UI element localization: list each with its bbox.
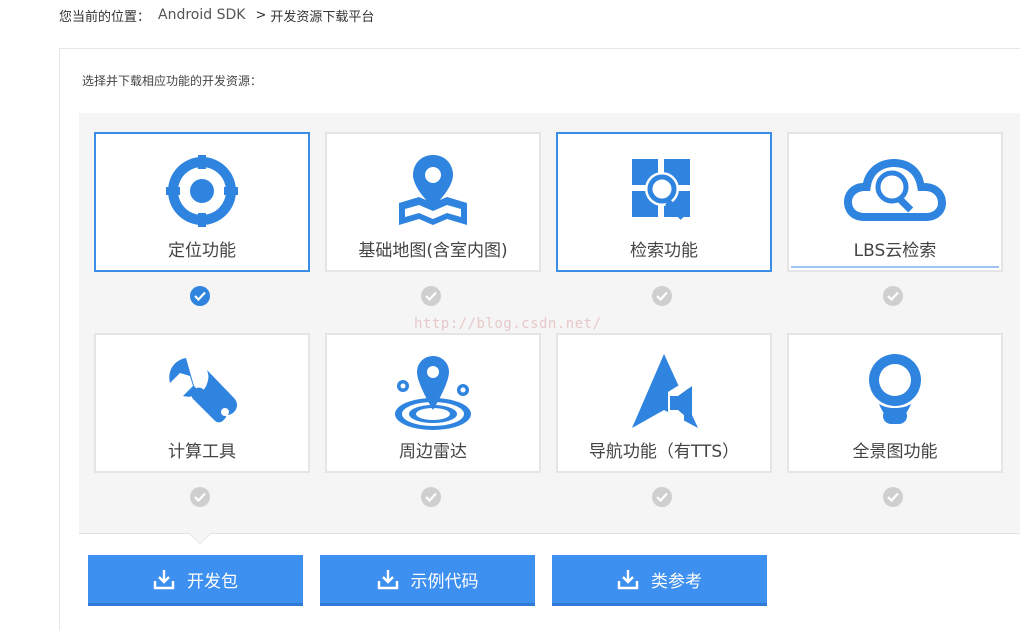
check-icon[interactable] xyxy=(883,487,903,507)
breadcrumb-separator: > xyxy=(255,7,267,23)
download-class-reference-button[interactable]: 类参考 xyxy=(552,555,767,606)
location-target-icon xyxy=(96,150,308,232)
instruction-text: 选择并下载相应功能的开发资源： xyxy=(82,74,263,88)
feature-card-lbs-cloud[interactable]: LBS云检索 xyxy=(787,132,1003,272)
card-underline xyxy=(791,266,999,268)
check-icon[interactable] xyxy=(652,487,672,507)
feature-card-base-map[interactable]: 基础地图(含室内图) xyxy=(325,132,541,272)
feature-label: 基础地图(含室内图) xyxy=(358,241,508,261)
feature-label: 定位功能 xyxy=(168,241,236,261)
map-pin-icon xyxy=(327,150,539,232)
check-icon[interactable] xyxy=(190,286,210,306)
check-icon[interactable] xyxy=(421,286,441,306)
feature-card-radar[interactable]: 周边雷达 xyxy=(325,333,541,473)
download-sample-code-button[interactable]: 示例代码 xyxy=(320,555,535,606)
feature-card-navigation[interactable]: 导航功能（有TTS） xyxy=(556,333,772,473)
feature-card-search[interactable]: 检索功能 xyxy=(556,132,772,272)
panorama-icon xyxy=(789,351,1001,433)
feature-label: 检索功能 xyxy=(630,241,698,261)
wrench-icon xyxy=(96,351,308,433)
cloud-search-icon xyxy=(789,150,1001,232)
search-grid-icon xyxy=(558,150,770,232)
download-icon xyxy=(617,570,639,590)
button-label: 示例代码 xyxy=(410,571,479,592)
check-icon[interactable] xyxy=(190,487,210,507)
feature-card-location[interactable]: 定位功能 xyxy=(94,132,310,272)
watermark: http://blog.csdn.net/ xyxy=(414,316,602,332)
breadcrumb-link-android-sdk[interactable]: Android SDK xyxy=(158,7,245,23)
feature-label: LBS云检索 xyxy=(853,241,937,261)
feature-label: 计算工具 xyxy=(168,442,236,462)
check-icon[interactable] xyxy=(652,286,672,306)
breadcrumb: 您当前的位置： Android SDK > 开发资源下载平台 xyxy=(59,5,374,25)
check-icon[interactable] xyxy=(421,487,441,507)
download-icon xyxy=(153,570,175,590)
navigation-icon xyxy=(558,351,770,433)
button-label: 开发包 xyxy=(187,571,238,592)
download-dev-package-button[interactable]: 开发包 xyxy=(88,555,303,606)
feature-card-calc-tools[interactable]: 计算工具 xyxy=(94,333,310,473)
radar-icon xyxy=(327,351,539,433)
breadcrumb-prefix: 您当前的位置： xyxy=(59,9,151,25)
download-icon xyxy=(377,570,398,590)
feature-label: 导航功能（有TTS） xyxy=(588,442,740,462)
feature-label: 周边雷达 xyxy=(399,442,467,462)
feature-card-panorama[interactable]: 全景图功能 xyxy=(787,333,1003,473)
breadcrumb-current: 开发资源下载平台 xyxy=(270,9,375,25)
check-icon[interactable] xyxy=(883,286,903,306)
button-label: 类参考 xyxy=(651,571,702,592)
feature-label: 全景图功能 xyxy=(852,442,938,462)
